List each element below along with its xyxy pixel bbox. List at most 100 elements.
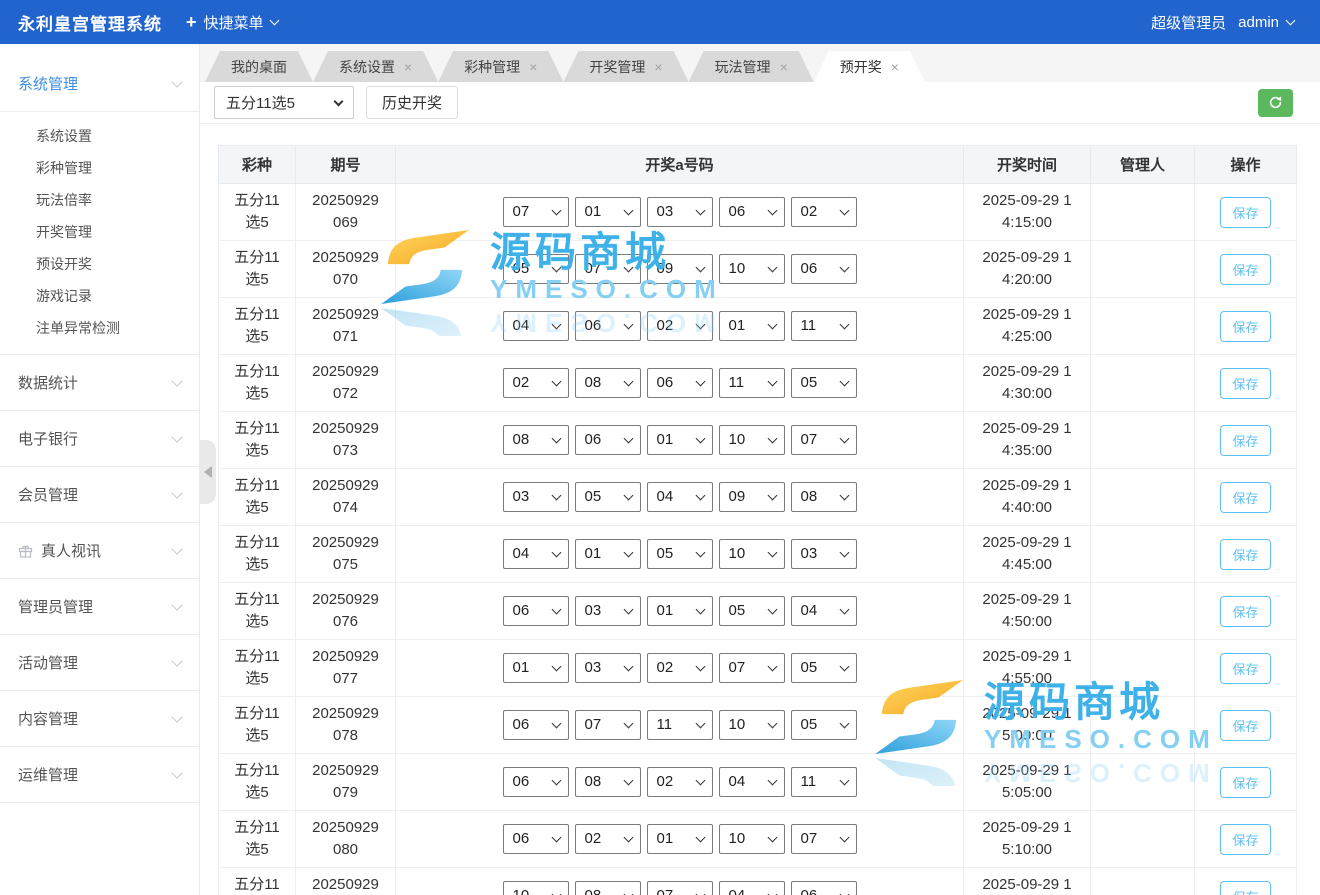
tab-4[interactable]: 开奖管理× xyxy=(563,51,688,82)
sidebar-section-4[interactable]: 会员管理 xyxy=(0,467,199,523)
number-select[interactable]: 08 xyxy=(503,425,569,455)
number-select[interactable]: 10 xyxy=(719,254,785,284)
number-select[interactable]: 08 xyxy=(575,767,641,797)
number-select[interactable]: 02 xyxy=(647,653,713,683)
save-button[interactable]: 保存 xyxy=(1220,710,1270,741)
number-select[interactable]: 04 xyxy=(791,596,857,626)
number-select[interactable]: 10 xyxy=(503,881,569,895)
number-select[interactable]: 01 xyxy=(503,653,569,683)
sidebar-item-7[interactable]: 注单异常检测 xyxy=(0,312,199,344)
number-select[interactable]: 07 xyxy=(575,710,641,740)
number-select[interactable]: 03 xyxy=(575,653,641,683)
number-select[interactable]: 07 xyxy=(791,824,857,854)
tab-6[interactable]: 预开奖× xyxy=(814,51,925,82)
number-select[interactable]: 06 xyxy=(503,824,569,854)
number-select[interactable]: 04 xyxy=(719,881,785,895)
number-select[interactable]: 10 xyxy=(719,824,785,854)
number-select[interactable]: 05 xyxy=(791,653,857,683)
refresh-button[interactable] xyxy=(1258,89,1293,117)
save-button[interactable]: 保存 xyxy=(1220,824,1270,855)
tab-2[interactable]: 系统设置× xyxy=(313,51,438,82)
tab-3[interactable]: 彩种管理× xyxy=(438,51,563,82)
number-select[interactable]: 01 xyxy=(647,425,713,455)
sidebar-section-5[interactable]: 真人视讯 xyxy=(0,523,199,579)
number-select[interactable]: 10 xyxy=(719,425,785,455)
number-select[interactable]: 03 xyxy=(575,596,641,626)
number-select[interactable]: 05 xyxy=(575,482,641,512)
number-select[interactable]: 04 xyxy=(647,482,713,512)
tab-close-icon[interactable]: × xyxy=(654,60,662,74)
number-select[interactable]: 10 xyxy=(719,539,785,569)
save-button[interactable]: 保存 xyxy=(1220,368,1270,399)
number-select[interactable]: 06 xyxy=(647,368,713,398)
quick-menu-button[interactable]: + 快捷菜单 xyxy=(186,12,278,33)
number-select[interactable]: 05 xyxy=(791,710,857,740)
number-select[interactable]: 07 xyxy=(575,254,641,284)
sidebar-section-7[interactable]: 活动管理 xyxy=(0,635,199,691)
number-select[interactable]: 07 xyxy=(503,197,569,227)
number-select[interactable]: 03 xyxy=(647,197,713,227)
sidebar-item-5[interactable]: 预设开奖 xyxy=(0,248,199,280)
sidebar-section-6[interactable]: 管理员管理 xyxy=(0,579,199,635)
number-select[interactable]: 08 xyxy=(575,881,641,895)
save-button[interactable]: 保存 xyxy=(1220,767,1270,798)
number-select[interactable]: 02 xyxy=(791,197,857,227)
number-select[interactable]: 09 xyxy=(647,254,713,284)
number-select[interactable]: 02 xyxy=(647,767,713,797)
sidebar-collapse-handle[interactable] xyxy=(199,440,216,504)
number-select[interactable]: 06 xyxy=(503,767,569,797)
number-select[interactable]: 11 xyxy=(647,710,713,740)
save-button[interactable]: 保存 xyxy=(1220,539,1270,570)
number-select[interactable]: 06 xyxy=(503,710,569,740)
number-select[interactable]: 01 xyxy=(647,824,713,854)
save-button[interactable]: 保存 xyxy=(1220,482,1270,513)
sidebar-section-2[interactable]: 数据统计 xyxy=(0,355,199,411)
save-button[interactable]: 保存 xyxy=(1220,197,1270,228)
number-select[interactable]: 06 xyxy=(719,197,785,227)
sidebar-section-9[interactable]: 运维管理 xyxy=(0,747,199,803)
number-select[interactable]: 05 xyxy=(503,254,569,284)
number-select[interactable]: 06 xyxy=(503,596,569,626)
tab-close-icon[interactable]: × xyxy=(404,60,412,74)
save-button[interactable]: 保存 xyxy=(1220,425,1270,456)
lottery-type-select[interactable]: 五分11选5 xyxy=(214,86,354,119)
number-select[interactable]: 11 xyxy=(719,368,785,398)
save-button[interactable]: 保存 xyxy=(1220,311,1270,342)
number-select[interactable]: 06 xyxy=(575,311,641,341)
tab-close-icon[interactable]: × xyxy=(529,60,537,74)
save-button[interactable]: 保存 xyxy=(1220,881,1270,895)
user-menu[interactable]: admin xyxy=(1238,14,1294,31)
tab-5[interactable]: 玩法管理× xyxy=(689,51,814,82)
number-select[interactable]: 01 xyxy=(575,197,641,227)
number-select[interactable]: 06 xyxy=(791,254,857,284)
number-select[interactable]: 02 xyxy=(575,824,641,854)
number-select[interactable]: 01 xyxy=(647,596,713,626)
number-select[interactable]: 07 xyxy=(719,653,785,683)
number-select[interactable]: 05 xyxy=(647,539,713,569)
sidebar-section-8[interactable]: 内容管理 xyxy=(0,691,199,747)
number-select[interactable]: 02 xyxy=(503,368,569,398)
number-select[interactable]: 08 xyxy=(791,482,857,512)
number-select[interactable]: 05 xyxy=(719,596,785,626)
number-select[interactable]: 07 xyxy=(791,425,857,455)
sidebar-item-4[interactable]: 开奖管理 xyxy=(0,216,199,248)
number-select[interactable]: 05 xyxy=(791,368,857,398)
number-select[interactable]: 08 xyxy=(575,368,641,398)
sidebar-section-3[interactable]: 电子银行 xyxy=(0,411,199,467)
number-select[interactable]: 09 xyxy=(719,482,785,512)
tab-1[interactable]: 我的桌面 xyxy=(205,51,313,82)
save-button[interactable]: 保存 xyxy=(1220,596,1270,627)
number-select[interactable]: 06 xyxy=(791,881,857,895)
number-select[interactable]: 02 xyxy=(647,311,713,341)
sidebar-section-1[interactable]: 系统管理 xyxy=(0,56,199,112)
sidebar-item-2[interactable]: 彩种管理 xyxy=(0,152,199,184)
tab-close-icon[interactable]: × xyxy=(891,60,899,74)
number-select[interactable]: 03 xyxy=(791,539,857,569)
number-select[interactable]: 04 xyxy=(503,539,569,569)
sidebar-item-1[interactable]: 系统设置 xyxy=(0,120,199,152)
number-select[interactable]: 01 xyxy=(719,311,785,341)
number-select[interactable]: 04 xyxy=(719,767,785,797)
number-select[interactable]: 01 xyxy=(575,539,641,569)
save-button[interactable]: 保存 xyxy=(1220,254,1270,285)
sidebar-item-3[interactable]: 玩法倍率 xyxy=(0,184,199,216)
